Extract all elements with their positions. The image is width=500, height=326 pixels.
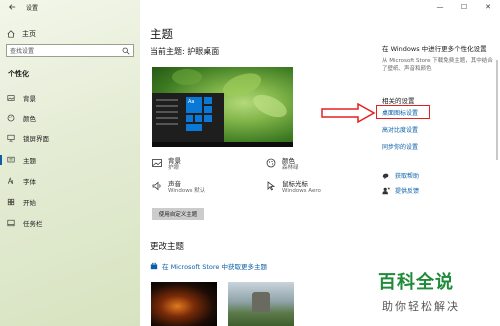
sidebar-item-start[interactable]: 开始 — [0, 195, 140, 209]
search-placeholder: 查找设置 — [10, 48, 35, 55]
sync-settings-link[interactable]: 同步你的设置 — [382, 142, 418, 151]
highlight-box — [376, 105, 430, 119]
sidebar-item-label: 开始 — [23, 199, 36, 207]
more-personalization-heading: 在 Windows 中进行更多个性化设置 — [382, 45, 487, 53]
nav-home-label: 主页 — [22, 30, 36, 38]
page-title: 主题 — [150, 27, 173, 41]
feedback-link[interactable]: 提供反馈 — [382, 186, 419, 195]
feedback-label: 提供反馈 — [395, 188, 420, 195]
start-menu-list — [156, 99, 178, 101]
sidebar-item-fonts[interactable]: 字体 — [0, 174, 140, 188]
high-contrast-link[interactable]: 高对比度设置 — [382, 125, 418, 134]
section-label: 个性化 — [8, 70, 29, 78]
sidebar-item-themes[interactable]: 主题 — [0, 153, 140, 167]
brush-icon — [7, 156, 15, 163]
image-icon — [7, 95, 15, 101]
preview-tile-small — [186, 115, 193, 122]
preview-tile-small — [195, 115, 202, 122]
leaf-shape — [249, 90, 291, 122]
prop-title: 鼠标光标 — [282, 180, 308, 188]
back-arrow-icon[interactable] — [8, 3, 16, 11]
save-theme-button[interactable]: 使用自定义主题 — [152, 208, 204, 220]
cursor-icon — [267, 181, 276, 191]
maximize-button[interactable]: ☐ — [452, 0, 476, 14]
window-controls: — ☐ ✕ — [428, 0, 500, 14]
prop-color[interactable]: 颜色 森林绿 — [266, 157, 299, 172]
image-icon — [152, 159, 162, 167]
palette-icon — [266, 158, 276, 168]
sidebar-item-background[interactable]: 背景 — [0, 91, 140, 105]
prop-title: 颜色 — [282, 157, 295, 165]
title-bar: 设置 — [0, 0, 140, 14]
leaf-shape — [172, 69, 202, 85]
prop-value: 护眼 — [168, 165, 180, 171]
ruin-shape — [252, 292, 270, 312]
monitor-icon — [7, 134, 15, 142]
sidebar: 设置 主页 查找设置 个性化 背景 颜色 锁屏界面 主题 字体 开始 任务栏 — [0, 0, 140, 326]
search-icon — [122, 47, 130, 55]
home-icon — [7, 30, 15, 38]
prop-sound[interactable]: 声音 Windows 默认 — [152, 180, 205, 195]
sidebar-item-label: 锁屏界面 — [23, 135, 49, 143]
scrollbar[interactable] — [496, 60, 498, 160]
help-icon — [382, 173, 389, 179]
app-title: 设置 — [26, 5, 39, 12]
prop-value: Windows 默认 — [168, 188, 206, 194]
store-icon — [150, 262, 158, 270]
close-button[interactable]: ✕ — [476, 0, 500, 14]
sidebar-item-colors[interactable]: 颜色 — [0, 111, 140, 125]
sidebar-item-taskbar[interactable]: 任务栏 — [0, 216, 140, 230]
sidebar-item-lockscreen[interactable]: 锁屏界面 — [0, 131, 140, 145]
watermark-title: 百科全说 — [378, 272, 454, 293]
prop-title: 背景 — [168, 157, 181, 165]
speaker-icon — [152, 181, 161, 191]
more-personalization-text: 从 Microsoft Store 下载免费主题，其中结合了壁纸、声音和颜色 — [382, 58, 493, 72]
sidebar-item-label: 字体 — [23, 178, 36, 186]
get-help-link[interactable]: 获取帮助 — [382, 171, 419, 180]
prop-title: 声音 — [168, 180, 181, 188]
prop-background[interactable]: 背景 护眼 — [152, 157, 181, 172]
palette-icon — [7, 114, 15, 122]
sidebar-item-label: 主题 — [23, 157, 36, 165]
preview-tile: Aa — [186, 97, 202, 113]
related-settings-heading: 相关的设置 — [382, 97, 415, 105]
sidebar-item-label: 任务栏 — [23, 220, 43, 228]
nav-home[interactable]: 主页 — [7, 29, 36, 39]
sidebar-item-label: 颜色 — [23, 115, 36, 123]
theme-thumbnail-fire[interactable] — [151, 282, 217, 326]
red-arrow-annotation — [321, 102, 376, 124]
preview-taskbar — [152, 142, 293, 147]
store-link-label: 在 Microsoft Store 中获取更多主题 — [162, 263, 267, 271]
search-input[interactable]: 查找设置 — [6, 44, 134, 57]
preview-tile-small — [204, 97, 212, 104]
prop-value: 森林绿 — [282, 165, 299, 171]
get-help-label: 获取帮助 — [395, 173, 420, 180]
sidebar-item-label: 背景 — [23, 95, 36, 103]
change-theme-title: 更改主题 — [150, 242, 185, 252]
current-theme-label: 当前主题: 护眼桌面 — [150, 47, 220, 56]
preview-tile-small — [186, 124, 202, 131]
minimize-button[interactable]: — — [428, 0, 452, 14]
store-link[interactable]: 在 Microsoft Store 中获取更多主题 — [150, 261, 267, 271]
theme-thumbnail-ruins[interactable] — [228, 282, 294, 326]
start-icon — [7, 198, 15, 206]
prop-value: Windows Aero — [282, 188, 321, 194]
watermark-subtitle: 助你轻松解决 — [382, 300, 460, 313]
feedback-icon — [382, 187, 390, 194]
preview-tile-small — [204, 106, 212, 113]
theme-preview: Aa — [152, 67, 293, 147]
prop-cursor[interactable]: 鼠标光标 Windows Aero — [266, 180, 321, 195]
taskbar-icon — [7, 219, 15, 227]
font-icon — [7, 177, 13, 184]
preview-tile-small — [204, 115, 212, 122]
